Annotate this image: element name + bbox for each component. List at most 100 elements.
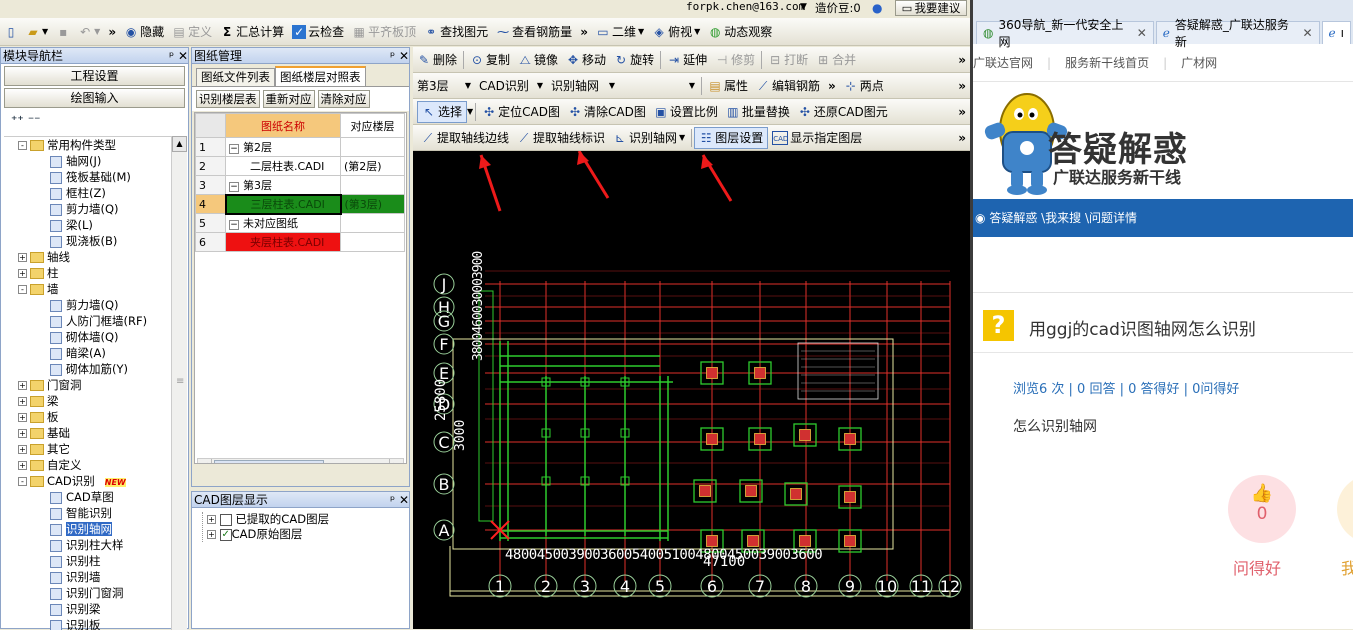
pin-close-icons[interactable]: ᵖ ✕ [390,48,409,63]
overflow-button[interactable]: » [954,49,970,71]
checkbox-icon[interactable] [220,514,232,526]
tree-item[interactable]: 人防门框墙(RF) [4,313,172,329]
expand-icon[interactable]: + [207,530,216,539]
batch-replace-button[interactable]: ▥批量替换 [722,101,794,123]
site-nav-link[interactable]: 服务新干线首页 [1065,54,1149,71]
extract-mark-button[interactable]: ⟋提取轴线标识 [513,127,609,149]
layer-set-button[interactable]: ☷图层设置 [694,127,768,149]
show-layer-button[interactable]: CAD显示指定图层 [768,127,866,149]
tree-item[interactable]: +柱 [4,265,172,281]
overflow-button[interactable]: » [104,21,120,43]
tree-item[interactable]: 筏板基础(M) [4,169,172,185]
drawing-name-cell[interactable]: −第3层 [226,176,341,195]
expand-icon[interactable]: + [207,515,216,524]
top-view-dropdown[interactable]: ◈俯视▼ [648,21,704,43]
view2d-dropdown[interactable]: ▭二维▼ [592,21,648,43]
drawing-name-cell[interactable]: 二层柱表.CADI [226,157,341,176]
checkbox-checked-icon[interactable]: ✓ [220,529,232,541]
clear-cad-button[interactable]: ✣清除CAD图 [564,101,650,123]
tree-item[interactable]: 识别梁 [4,601,172,617]
drawing-name-cell[interactable]: 三层柱表.CADI [226,195,341,214]
table-hscroll[interactable]: ◀ ▶ [197,458,404,464]
tree-item[interactable]: +板 [4,409,172,425]
tab-floor-map[interactable]: 图纸楼层对照表 [275,66,366,86]
table-row[interactable]: 4三层柱表.CADI(第3层) [196,195,405,214]
collapse-icon[interactable]: − [229,144,239,154]
tree-item[interactable]: 暗梁(A) [4,345,172,361]
tree-item[interactable]: +梁 [4,393,172,409]
layer-item-extracted[interactable]: + 已提取的CAD图层 [207,512,409,527]
pin-close-icons[interactable]: ᵖ ✕ [169,48,188,63]
floor-cell[interactable] [341,233,405,252]
scroll-thumb[interactable] [214,460,324,464]
tree-item[interactable]: 识别墙 [4,569,172,585]
restore-cad-button[interactable]: ✣还原CAD图元 [794,101,892,123]
draw-input-button[interactable]: 绘图输入 [4,88,185,108]
floor-cell[interactable] [341,138,405,157]
expand-icon[interactable]: + [18,397,27,406]
tree-item[interactable]: -CAD识别NEW [4,473,172,489]
tab-file-list[interactable]: 图纸文件列表 [196,68,275,86]
expand-icon[interactable]: + [18,253,27,262]
tree-item[interactable]: 识别柱大样 [4,537,172,553]
partial-button[interactable] [1337,475,1353,543]
breadcrumb[interactable]: 答疑解惑 \我来搜 \问题详情 [989,211,1137,225]
merge-button[interactable]: ⊞合并 [812,49,860,71]
hide-button[interactable]: ◉隐藏 [120,21,168,43]
tree-item[interactable]: 轴网(J) [4,153,172,169]
site-nav-link[interactable]: 广材网 [1181,54,1217,71]
tree-item[interactable]: 砌体加筋(Y) [4,361,172,377]
tree-item[interactable]: 砌体墙(Q) [4,329,172,345]
overflow-button-2[interactable]: » [954,75,970,97]
expand-icon[interactable]: + [18,445,27,454]
define-button[interactable]: ▤定义 [168,21,216,43]
browser-tab[interactable]: ℯ答疑解惑_广联达服务新✕ [1156,21,1320,44]
props-button[interactable]: ▤属性 [704,75,752,97]
tree-item[interactable]: 识别柱 [4,553,172,569]
expand-icon[interactable]: + [18,413,27,422]
element-select[interactable]: ▼ [619,75,699,97]
locate-cad-button[interactable]: ✣定位CAD图 [478,101,564,123]
expand-collapse-icons[interactable]: ⁺⁺ ⁻⁻ [1,108,188,132]
drawing-name-cell[interactable]: −第2层 [226,138,341,157]
site-nav-link[interactable]: 广联达官网 [973,54,1033,71]
tree-item[interactable]: 框柱(Z) [4,185,172,201]
tree-item[interactable]: 现浇板(B) [4,233,172,249]
drawing-name-cell[interactable]: −未对应图纸 [226,214,341,233]
tree-item[interactable]: 剪力墙(Q) [4,201,172,217]
mirror-button[interactable]: ⧍镜像 [514,49,562,71]
tree-item[interactable]: 剪力墙(Q) [4,297,172,313]
sum-calc-button[interactable]: Σ汇总计算 [216,21,288,43]
proj-settings-button[interactable]: 工程设置 [4,66,185,86]
floor-cell[interactable] [341,214,405,233]
dropdown-icon[interactable]: ▼ [800,2,807,12]
undo-button[interactable]: ↶▼ [74,21,104,43]
scroll-grip-icon[interactable]: ≡ [176,376,184,387]
collapse-icon[interactable]: - [18,285,27,294]
floor-cell[interactable] [341,176,405,195]
close-icon[interactable]: ✕ [1302,26,1312,40]
dynamic-view-button[interactable]: ◍动态观察 [704,21,776,43]
overflow-button[interactable]: » [954,101,970,123]
account-email[interactable]: forpk.chen@163.com [686,0,805,13]
cad-canvas[interactable]: JHGFEDCBA123456789101112 480045003900360… [413,151,970,629]
lightbulb-icon[interactable]: ● [872,1,884,15]
tree-item[interactable]: CAD草图 [4,489,172,505]
suggest-button[interactable]: ▭我要建议 [895,0,967,16]
expand-icon[interactable]: + [18,381,27,390]
close-icon[interactable]: ✕ [1137,26,1147,40]
collapse-icon[interactable]: − [229,182,239,192]
cloud-check-button[interactable]: ✓云检查 [288,21,348,43]
tree-item[interactable]: +轴线 [4,249,172,265]
pin-close-icons[interactable]: ᵖ ✕ [390,492,409,507]
two-point-button[interactable]: ⊹两点 [840,75,888,97]
overflow-button[interactable]: » [954,127,970,149]
expand-icon[interactable]: + [18,269,27,278]
table-row[interactable]: 5−未对应图纸 [196,214,405,233]
cad-recog-select[interactable]: CAD识别▼ [475,75,547,97]
extract-edge-button[interactable]: ⟋提取轴线边线 [417,127,513,149]
recog-floor-button[interactable]: 识别楼层表 [196,90,260,108]
tree-scrollbar[interactable]: ▲ ≡ [171,136,187,630]
move-button[interactable]: ✥移动 [562,49,610,71]
edit-rebar-button[interactable]: ⟋编辑钢筋 [752,75,824,97]
